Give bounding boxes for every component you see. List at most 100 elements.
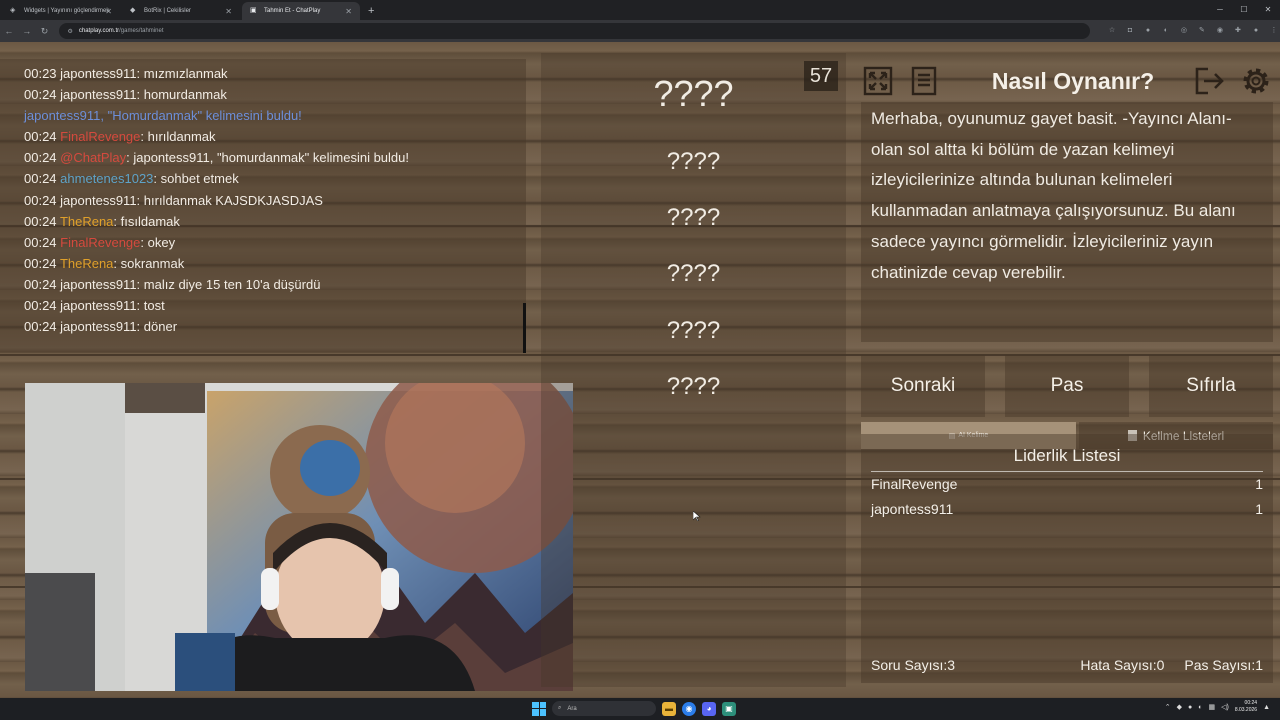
- windows-start-icon[interactable]: [532, 701, 546, 716]
- chrome-icon[interactable]: ◉: [682, 701, 696, 716]
- taskbar-apps: ⌕ Ara ▬ ◉ ◕ ▣: [532, 701, 736, 716]
- close-tab-icon[interactable]: ✕: [105, 7, 112, 16]
- back-icon[interactable]: ←: [0, 26, 18, 36]
- notification-bell-icon[interactable]: ▲: [1263, 704, 1270, 711]
- close-tab-icon[interactable]: ✕: [345, 7, 352, 16]
- extension-icons: ☆ ◘ ● ◐ ◎ ✎ ◉ ✚ ● ⋮: [1106, 25, 1280, 37]
- browser-toolbar: ← → ↻ ⚙ chatplay.com.tr /games/tahminet …: [0, 20, 1280, 42]
- chat-message: 00:24 FinalRevenge: okey: [24, 234, 176, 250]
- forbidden-word: ????: [666, 260, 721, 287]
- chat-message: 00:24 japontess911: malız diye 15 ten 10…: [24, 276, 321, 292]
- browser-tabstrip: ◈ Widgets | Yayınını göçlendirmek ✕ ◆ Bo…: [0, 0, 1280, 20]
- tray-app-icon[interactable]: ●: [1188, 704, 1192, 711]
- url-domain: chatplay.com.tr: [78, 28, 120, 34]
- menu-dots-icon[interactable]: ⋮: [1268, 25, 1280, 37]
- document-list-icon[interactable]: [907, 64, 941, 98]
- pass-count: Pas Sayısı:1: [1184, 657, 1263, 673]
- tab-title: Widgets | Yayınını göçlendirmek: [24, 8, 110, 14]
- target-word: ????: [653, 73, 734, 114]
- question-count: Soru Sayısı:3: [871, 657, 956, 673]
- tab-title: BotRix | Cekilisler: [144, 8, 191, 14]
- file-explorer-icon[interactable]: ▬: [662, 701, 676, 716]
- tray-chevron-icon[interactable]: ⌃: [1165, 703, 1171, 711]
- forbidden-word: ????: [666, 373, 721, 400]
- bookmark-star-icon[interactable]: ☆: [1106, 25, 1118, 37]
- round-stats: Soru Sayısı:3 Hata Sayısı:0 Pas Sayısı:1: [871, 657, 1263, 673]
- word-column: 57 ???? ???? ???? ???? ???? ????: [541, 53, 846, 687]
- game-controls: Sonraki Pas Sıfırla: [861, 355, 1273, 417]
- howto-text: Merhaba, oyunumuz gayet basit. -Yayıncı …: [861, 102, 1273, 342]
- tab-title: Tahmin Et - ChatPlay: [264, 8, 321, 14]
- browser-tab-1[interactable]: ◆ BotRix | Cekilisler ✕: [122, 2, 240, 20]
- chat-system-message: japontess911, "Homurdanmak" kelimesini b…: [24, 108, 302, 124]
- howto-title: Nasıl Oynanır?: [991, 67, 1155, 94]
- network-icon[interactable]: ▦: [1208, 703, 1215, 711]
- extension-icon[interactable]: ◉: [1214, 25, 1226, 37]
- extension-icon[interactable]: ◎: [1178, 25, 1190, 37]
- taskbar-search[interactable]: ⌕ Ara: [552, 701, 656, 716]
- forbidden-word: ????: [666, 204, 721, 231]
- browser-tab-0[interactable]: ◈ Widgets | Yayınını göçlendirmek ✕: [2, 2, 120, 20]
- chat-message: 00:24 japontess911: homurdanmak: [24, 87, 227, 103]
- game-page: 00:23 japontess911: mızmızlanmak 00:24 j…: [0, 42, 1280, 698]
- leaderboard-title: Liderlik Listesi: [871, 434, 1263, 472]
- settings-gear-icon[interactable]: [1239, 64, 1273, 98]
- window-controls: ─ ☐ ✕: [1208, 0, 1280, 20]
- extension-icon[interactable]: ◘: [1124, 25, 1136, 37]
- system-tray: ⌃ ◆ ● ◐ ▦ ◁) 00:24 8.03.2026 ▲: [1165, 700, 1270, 714]
- leaderboard-row: japontess911 1: [871, 501, 1263, 517]
- chatplay-icon: ▣: [250, 7, 257, 14]
- chat-scrollbar[interactable]: [523, 303, 526, 353]
- fullscreen-icon[interactable]: [861, 64, 895, 98]
- chat-message: 00:24 @ChatPlay: japontess911, "homurdan…: [24, 150, 409, 166]
- reset-button[interactable]: Sıfırla: [1149, 355, 1273, 417]
- webcam-feed-image: [25, 383, 573, 691]
- tray-app-icon[interactable]: ◆: [1177, 703, 1182, 711]
- chat-message: 00:24 ahmetenes1023: sohbet etmek: [24, 171, 239, 187]
- chat-message: 00:24 FinalRevenge: hırıldanmak: [24, 129, 216, 145]
- leaderboard-panel: Liderlik Listesi FinalRevenge 1 japontess…: [861, 434, 1273, 683]
- chat-message: 00:24 TheRena: sokranmak: [24, 255, 185, 271]
- howto-header: Nasıl Oynanır?: [861, 59, 1273, 103]
- chat-panel[interactable]: 00:23 japontess911: mızmızlanmak 00:24 j…: [0, 59, 526, 353]
- chat-message: 00:23 japontess911: mızmızlanmak: [24, 66, 228, 81]
- pass-button[interactable]: Pas: [1005, 355, 1129, 417]
- forbidden-word: ????: [666, 317, 721, 344]
- reload-icon[interactable]: ↻: [36, 26, 54, 37]
- search-icon: ⌕: [558, 705, 562, 711]
- chat-message: 00:24 japontess911: döner: [24, 319, 178, 335]
- error-count: Hata Sayısı:0: [1080, 657, 1165, 673]
- discord-icon[interactable]: ◕: [702, 701, 716, 716]
- extension-icon[interactable]: ●: [1142, 25, 1154, 37]
- chat-message: 00:24 japontess911: tost: [24, 298, 165, 314]
- forward-icon[interactable]: →: [18, 26, 36, 36]
- leaderboard-row: FinalRevenge 1: [871, 476, 1263, 492]
- extension-icon[interactable]: ◐: [1160, 25, 1172, 37]
- forbidden-word: ????: [666, 148, 721, 175]
- new-tab-icon[interactable]: +: [368, 2, 374, 20]
- extensions-puzzle-icon[interactable]: ✚: [1232, 25, 1244, 37]
- maximize-icon[interactable]: ☐: [1232, 0, 1256, 20]
- browser-tab-2[interactable]: ▣ Tahmin Et - ChatPlay ✕: [242, 2, 360, 20]
- app-icon[interactable]: ▣: [722, 701, 736, 716]
- globe-icon: ◈: [10, 7, 16, 14]
- url-path: /games/tahminet: [119, 28, 164, 34]
- close-window-icon[interactable]: ✕: [1256, 0, 1280, 20]
- mouse-cursor-icon: [693, 511, 701, 521]
- next-button[interactable]: Sonraki: [861, 355, 985, 417]
- minimize-icon[interactable]: ─: [1208, 0, 1232, 20]
- chat-message: 00:24 japontess911: hırıldanmak KAJSDKJA…: [24, 192, 323, 208]
- address-bar[interactable]: ⚙ chatplay.com.tr /games/tahminet: [59, 23, 1090, 39]
- botrix-icon: ◆: [130, 7, 136, 14]
- site-info-icon[interactable]: ⚙: [67, 28, 72, 35]
- taskbar-clock[interactable]: 00:24 8.03.2026: [1235, 700, 1257, 714]
- extension-icon[interactable]: ✎: [1196, 25, 1208, 37]
- profile-icon[interactable]: ●: [1250, 25, 1262, 37]
- webcam-overlay: [25, 383, 573, 691]
- tray-app-icon[interactable]: ◐: [1198, 704, 1202, 711]
- volume-icon[interactable]: ◁): [1221, 703, 1229, 711]
- os-taskbar: ⌕ Ara ▬ ◉ ◕ ▣ ⌃ ◆ ● ◐ ▦ ◁) 00:24 8.03.20…: [0, 698, 1280, 720]
- chat-message: 00:24 TheRena: fısıldamak: [24, 213, 180, 229]
- exit-icon[interactable]: [1193, 64, 1227, 98]
- close-tab-icon[interactable]: ✕: [225, 7, 232, 16]
